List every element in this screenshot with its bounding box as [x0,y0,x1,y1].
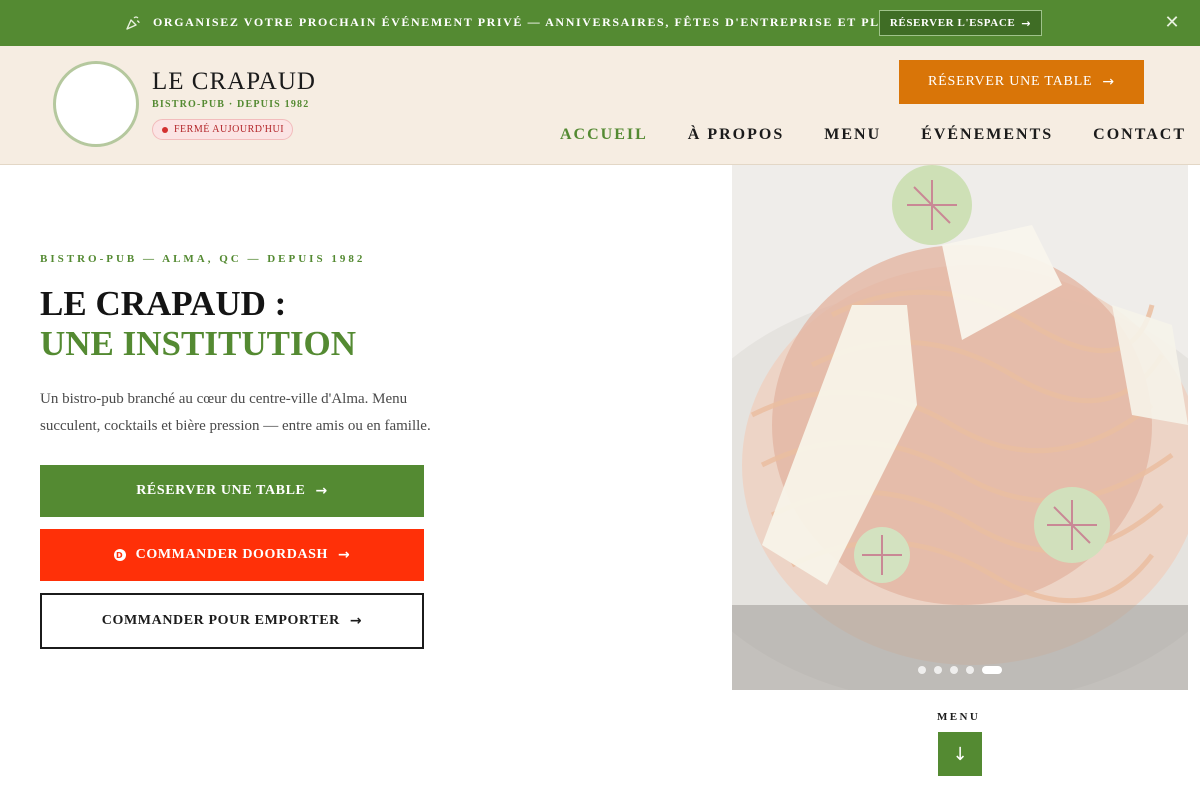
status-badge: FERMÉ AUJOURD'HUI [152,119,294,140]
arrow-right-icon: → [315,483,328,499]
nav-item-evenements[interactable]: ÉVÉNEMENTS [921,126,1053,144]
header-reserve-label: RÉSERVER UNE TABLE [928,74,1093,89]
announcement-message: ORGANISEZ VOTRE PROCHAIN ÉVÉNEMENT PRIVÉ… [153,15,899,29]
hero-title: LE CRAPAUD : UNE INSTITUTION [40,284,356,364]
close-icon[interactable]: ✕ [1162,13,1182,33]
scroll-menu-label: MENU [937,711,981,723]
site-header: LE CRAPAUD BISTRO-PUB · DEPUIS 1982 FERM… [0,46,1200,165]
confetti-icon [126,16,140,30]
hero-kicker: BISTRO-PUB — ALMA, QC — DEPUIS 1982 [40,253,366,265]
brand-name[interactable]: LE CRAPAUD [152,68,316,96]
header-reserve-button[interactable]: RÉSERVER UNE TABLE → [899,60,1144,104]
arrow-right-icon: → [1102,74,1115,90]
status-label: FERMÉ AUJOURD'HUI [174,124,285,135]
reserve-space-button[interactable]: RÉSERVER L'ESPACE → [879,10,1042,36]
brand-subtitle: BISTRO-PUB · DEPUIS 1982 [152,99,310,110]
hero-title-line2: UNE INSTITUTION [40,324,357,363]
scroll-down-button[interactable]: ↓ [938,732,982,776]
doordash-icon: D [113,549,126,561]
hero-title-line1: LE CRAPAUD : [40,284,287,323]
reserve-space-label: RÉSERVER L'ESPACE [889,17,1016,29]
arrow-right-icon: → [1021,16,1032,30]
takeout-order-button[interactable]: COMMANDER POUR EMPORTER → [40,593,424,649]
nav-item-accueil[interactable]: ACCUEIL [560,126,648,144]
carousel-dot-active[interactable] [982,666,1002,674]
carousel-dot[interactable] [966,666,974,674]
announcement-bar: ORGANISEZ VOTRE PROCHAIN ÉVÉNEMENT PRIVÉ… [0,0,1200,46]
nav-item-menu[interactable]: MENU [824,126,881,144]
doordash-order-label: COMMANDER DOORDASH [135,547,329,562]
carousel-dot[interactable] [950,666,958,674]
main-nav: ACCUEIL À PROPOS MENU ÉVÉNEMENTS CONTACT [560,126,1186,144]
arrow-right-icon: → [338,547,351,563]
logo[interactable] [53,61,139,147]
carousel-dot[interactable] [918,666,926,674]
takeout-order-label: COMMANDER POUR EMPORTER [101,613,340,628]
pasta-dish-photo [732,165,1188,690]
arrow-right-icon: → [349,613,363,629]
carousel-dots [918,666,1002,674]
nav-item-a-propos[interactable]: À PROPOS [688,126,784,144]
hero-description: Un bistro-pub branché au cœur du centre-… [40,391,431,434]
doordash-order-button[interactable]: D COMMANDER DOORDASH → [40,529,424,581]
arrow-down-icon: ↓ [952,743,968,765]
status-dot-icon [162,126,168,133]
reserve-table-button[interactable]: RÉSERVER UNE TABLE → [40,465,424,517]
nav-item-contact[interactable]: CONTACT [1093,126,1186,144]
hero-carousel-image[interactable] [732,165,1188,690]
carousel-dot[interactable] [934,666,942,674]
reserve-table-label: RÉSERVER UNE TABLE [136,483,306,498]
